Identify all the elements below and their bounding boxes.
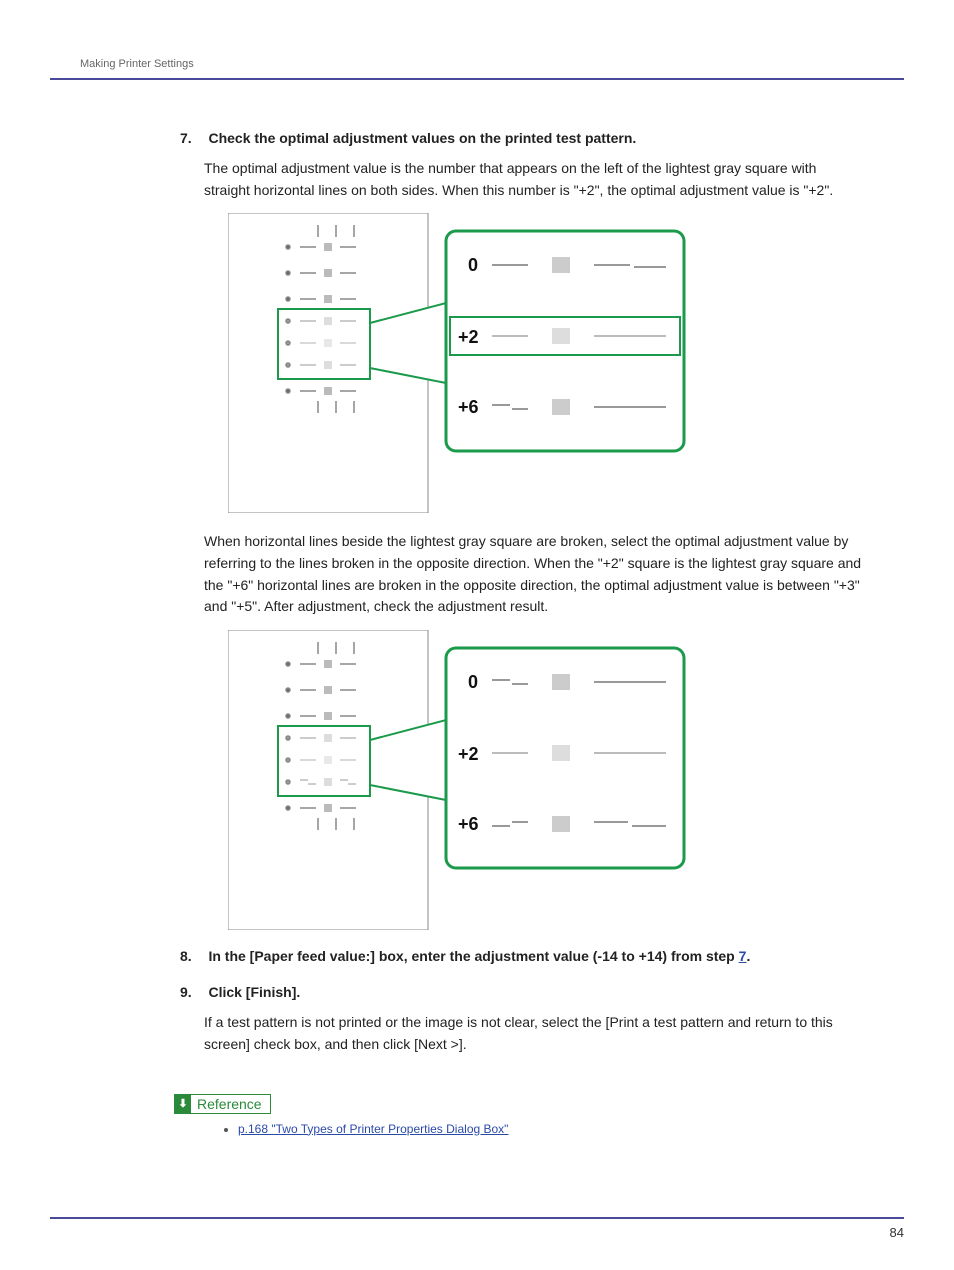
page-footer: 84 [50, 1217, 904, 1240]
diagram-svg: 0 +2 +6 [228, 630, 688, 930]
steps-list: 7. Check the optimal adjustment values o… [180, 130, 864, 1056]
page: Making Printer Settings 7. Check the opt… [0, 0, 954, 1270]
diagram-label-0: 0 [468, 255, 478, 275]
reference-link[interactable]: p.168 "Two Types of Printer Properties D… [238, 1122, 508, 1136]
step-paragraph: The optimal adjustment value is the numb… [204, 158, 864, 201]
reference-icon: ⬇ [175, 1095, 191, 1113]
diagram-label-2: +2 [458, 744, 479, 764]
diagram-label-0: 0 [468, 672, 478, 692]
step-title: Click [Finish]. [208, 984, 300, 1000]
step-paragraph: When horizontal lines beside the lightes… [204, 531, 864, 618]
step-body: The optimal adjustment value is the numb… [204, 158, 864, 930]
test-pattern-diagram-1: 0 +2 +6 [228, 213, 864, 513]
diagram-label-6: +6 [458, 814, 479, 834]
page-number: 84 [890, 1225, 904, 1240]
step-number: 8. [180, 948, 204, 964]
step-number: 9. [180, 984, 204, 1000]
content: 7. Check the optimal adjustment values o… [180, 130, 864, 1136]
breadcrumb: Making Printer Settings [80, 58, 194, 70]
step-title-text: . [746, 948, 750, 964]
step-paragraph: If a test pattern is not printed or the … [204, 1012, 864, 1055]
step-7: 7. Check the optimal adjustment values o… [180, 130, 864, 930]
step-8: 8. In the [Paper feed value:] box, enter… [180, 948, 864, 966]
diagram-label-6: +6 [458, 397, 479, 417]
step-title-text: In the [Paper feed value:] box, enter th… [208, 948, 738, 964]
reference-label: ⬇ Reference [174, 1094, 271, 1114]
step-title: In the [Paper feed value:] box, enter th… [208, 948, 750, 964]
reference-list: p.168 "Two Types of Printer Properties D… [220, 1122, 864, 1136]
step-number: 7. [180, 130, 204, 146]
step-body: If a test pattern is not printed or the … [204, 1012, 864, 1055]
diagram-svg: 0 +2 +6 [228, 213, 688, 513]
step-9: 9. Click [Finish]. If a test pattern is … [180, 984, 864, 1055]
diagram-label-2: +2 [458, 327, 479, 347]
test-pattern-diagram-2: 0 +2 +6 [228, 630, 864, 930]
reference-item: p.168 "Two Types of Printer Properties D… [238, 1122, 864, 1136]
step-title: Check the optimal adjustment values on t… [208, 130, 636, 146]
reference-text: Reference [191, 1095, 270, 1113]
page-header: Making Printer Settings [50, 40, 904, 80]
